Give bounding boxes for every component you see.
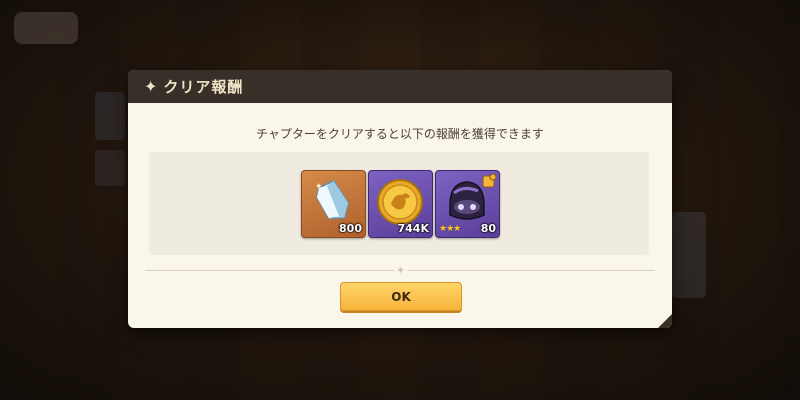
reward-description: チャプターをクリアすると以下の報酬を獲得できます (256, 127, 544, 141)
sparkle-icon: ✦ (144, 76, 158, 96)
reward-item-hero-piece[interactable]: ★★★ 80 (435, 170, 500, 238)
ok-button[interactable]: OK (340, 282, 462, 311)
puzzle-piece-icon (482, 173, 497, 188)
svg-text:✦: ✦ (315, 182, 323, 192)
dialog-title: クリア報酬 (163, 78, 244, 96)
reward-item-crystal[interactable]: ✦ 800 (301, 170, 366, 238)
clear-reward-dialog: ✦ クリア報酬 チャプターをクリアすると以下の報酬を獲得できます ✦ 800 7… (128, 70, 672, 328)
background-tile (672, 212, 706, 298)
divider-sparkle-icon: ✦ (394, 264, 408, 277)
reward-quantity: 800 (339, 222, 362, 235)
back-button-background (14, 12, 78, 44)
reward-item-gold-coin[interactable]: 744K (368, 170, 433, 238)
reward-quantity: 744K (397, 222, 430, 235)
background-tile (95, 92, 125, 140)
dialog-header: ✦ クリア報酬 (128, 70, 672, 103)
corner-decoration (658, 314, 672, 328)
reward-quantity: 80 (480, 222, 496, 235)
rewards-panel: ✦ 800 744K ★★★ 80 (149, 152, 649, 255)
star-rating: ★★★ (439, 224, 461, 234)
background-tile (95, 150, 125, 186)
